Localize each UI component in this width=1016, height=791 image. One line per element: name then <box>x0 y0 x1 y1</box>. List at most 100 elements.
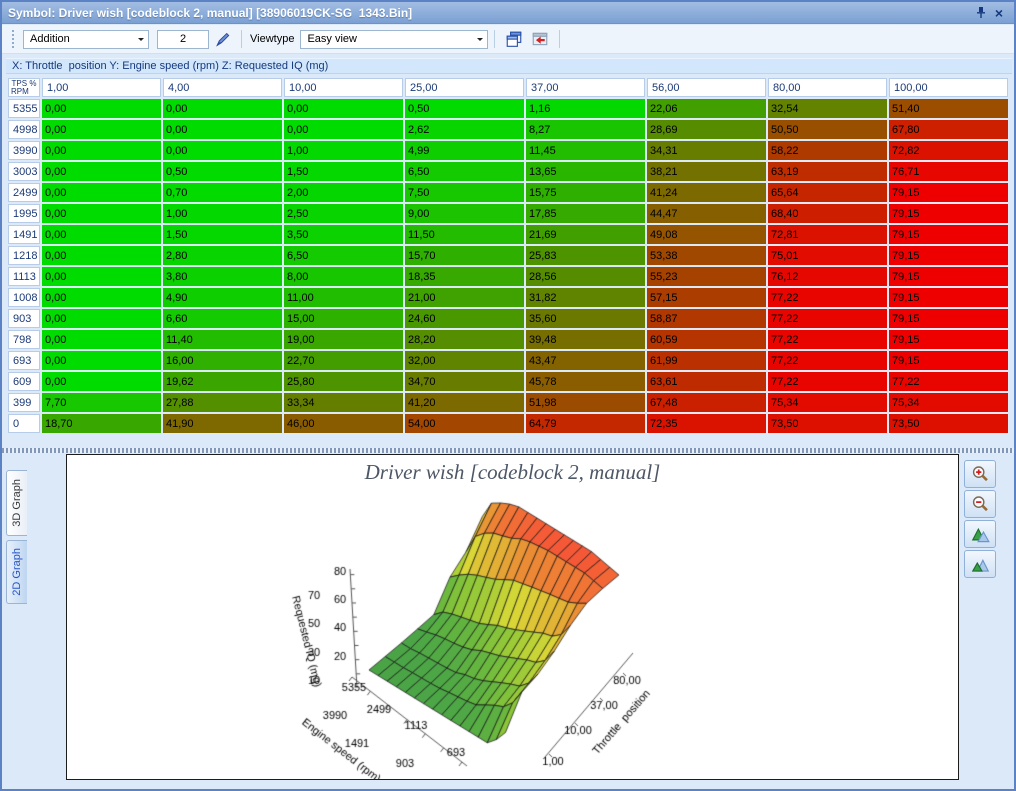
table-cell[interactable]: 77,22 <box>889 372 1008 391</box>
table-cell[interactable]: 3,50 <box>284 225 403 244</box>
table-cell[interactable]: 4,99 <box>405 141 524 160</box>
table-cell[interactable]: 45,78 <box>526 372 645 391</box>
table-cell[interactable]: 11,00 <box>284 288 403 307</box>
table-cell[interactable]: 2,62 <box>405 120 524 139</box>
table-cell[interactable]: 79,15 <box>889 204 1008 223</box>
table-cell[interactable]: 49,08 <box>647 225 766 244</box>
table-cell[interactable]: 75,01 <box>768 246 887 265</box>
table-cell[interactable]: 63,61 <box>647 372 766 391</box>
table-cell[interactable]: 18,35 <box>405 267 524 286</box>
table-cell[interactable]: 15,75 <box>526 183 645 202</box>
table-cell[interactable]: 79,15 <box>889 183 1008 202</box>
table-cell[interactable]: 15,00 <box>284 309 403 328</box>
table-cell[interactable]: 33,34 <box>284 393 403 412</box>
table-cell[interactable]: 76,12 <box>768 267 887 286</box>
table-cell[interactable]: 0,50 <box>163 162 282 181</box>
table-cell[interactable]: 55,23 <box>647 267 766 286</box>
table-cell[interactable]: 2,50 <box>284 204 403 223</box>
table-cell[interactable]: 38,21 <box>647 162 766 181</box>
table-cell[interactable]: 3,80 <box>163 267 282 286</box>
table-cell[interactable]: 15,70 <box>405 246 524 265</box>
table-cell[interactable]: 44,47 <box>647 204 766 223</box>
table-cell[interactable]: 25,80 <box>284 372 403 391</box>
table-cell[interactable]: 35,60 <box>526 309 645 328</box>
table-cell[interactable]: 0,00 <box>42 372 161 391</box>
table-cell[interactable]: 16,00 <box>163 351 282 370</box>
table-cell[interactable]: 0,00 <box>42 225 161 244</box>
close-icon[interactable]: × <box>990 5 1008 21</box>
table-cell[interactable]: 9,00 <box>405 204 524 223</box>
table-cell[interactable]: 0,00 <box>42 267 161 286</box>
table-cell[interactable]: 0,70 <box>163 183 282 202</box>
table-cell[interactable]: 31,82 <box>526 288 645 307</box>
table-cell[interactable]: 77,22 <box>768 351 887 370</box>
table-cell[interactable]: 79,15 <box>889 225 1008 244</box>
table-cell[interactable]: 1,00 <box>163 204 282 223</box>
table-cell[interactable]: 11,50 <box>405 225 524 244</box>
table-cell[interactable]: 77,22 <box>768 330 887 349</box>
table-cell[interactable]: 76,71 <box>889 162 1008 181</box>
table-cell[interactable]: 0,50 <box>405 99 524 118</box>
table-cell[interactable]: 41,24 <box>647 183 766 202</box>
table-cell[interactable]: 19,00 <box>284 330 403 349</box>
table-cell[interactable]: 7,50 <box>405 183 524 202</box>
table-cell[interactable]: 1,16 <box>526 99 645 118</box>
table-cell[interactable]: 8,27 <box>526 120 645 139</box>
table-cell[interactable]: 54,00 <box>405 414 524 433</box>
table-cell[interactable]: 1,50 <box>163 225 282 244</box>
table-cell[interactable]: 51,98 <box>526 393 645 412</box>
table-cell[interactable]: 0,00 <box>42 162 161 181</box>
chevron-down-icon[interactable] <box>133 31 148 48</box>
table-cell[interactable]: 1,00 <box>284 141 403 160</box>
viewtype-select[interactable]: Easy view <box>300 30 488 49</box>
table-cell[interactable]: 72,35 <box>647 414 766 433</box>
table-cell[interactable]: 22,70 <box>284 351 403 370</box>
table-cell[interactable]: 46,00 <box>284 414 403 433</box>
table-cell[interactable]: 0,00 <box>42 309 161 328</box>
title-bar[interactable]: Symbol: Driver wish [codeblock 2, manual… <box>2 2 1014 24</box>
table-cell[interactable]: 61,99 <box>647 351 766 370</box>
table-cell[interactable]: 21,69 <box>526 225 645 244</box>
table-cell[interactable]: 21,00 <box>405 288 524 307</box>
table-cell[interactable]: 50,50 <box>768 120 887 139</box>
table-cell[interactable]: 68,40 <box>768 204 887 223</box>
toolbar-grip[interactable] <box>12 30 16 48</box>
surface-view-a-button[interactable] <box>964 520 996 548</box>
table-cell[interactable]: 6,60 <box>163 309 282 328</box>
table-cell[interactable]: 24,60 <box>405 309 524 328</box>
tab-3d-graph[interactable]: 3D Graph <box>6 470 27 536</box>
table-cell[interactable]: 0,00 <box>284 99 403 118</box>
table-cell[interactable]: 79,15 <box>889 288 1008 307</box>
table-cell[interactable]: 11,45 <box>526 141 645 160</box>
table-cell[interactable]: 18,70 <box>42 414 161 433</box>
table-cell[interactable]: 7,70 <box>42 393 161 412</box>
table-cell[interactable]: 34,31 <box>647 141 766 160</box>
pen-icon[interactable] <box>211 29 233 49</box>
table-cell[interactable]: 17,85 <box>526 204 645 223</box>
table-cell[interactable]: 0,00 <box>163 120 282 139</box>
cascade-windows-icon[interactable] <box>503 29 525 49</box>
chevron-down-icon[interactable] <box>472 31 487 48</box>
table-cell[interactable]: 75,34 <box>768 393 887 412</box>
table-cell[interactable]: 34,70 <box>405 372 524 391</box>
table-cell[interactable]: 0,00 <box>42 183 161 202</box>
table-cell[interactable]: 77,22 <box>768 288 887 307</box>
table-cell[interactable]: 1,50 <box>284 162 403 181</box>
table-cell[interactable]: 19,62 <box>163 372 282 391</box>
table-cell[interactable]: 79,15 <box>889 351 1008 370</box>
table-cell[interactable]: 67,80 <box>889 120 1008 139</box>
table-cell[interactable]: 58,22 <box>768 141 887 160</box>
table-cell[interactable]: 67,48 <box>647 393 766 412</box>
table-cell[interactable]: 73,50 <box>768 414 887 433</box>
horizontal-splitter[interactable] <box>2 448 1014 453</box>
table-cell[interactable]: 79,15 <box>889 330 1008 349</box>
table-cell[interactable]: 39,48 <box>526 330 645 349</box>
table-cell[interactable]: 79,15 <box>889 246 1008 265</box>
table-cell[interactable]: 0,00 <box>42 351 161 370</box>
table-cell[interactable]: 6,50 <box>405 162 524 181</box>
table-cell[interactable]: 0,00 <box>42 330 161 349</box>
table-cell[interactable]: 13,65 <box>526 162 645 181</box>
table-cell[interactable]: 32,54 <box>768 99 887 118</box>
table-cell[interactable]: 0,00 <box>42 141 161 160</box>
table-cell[interactable]: 0,00 <box>42 99 161 118</box>
